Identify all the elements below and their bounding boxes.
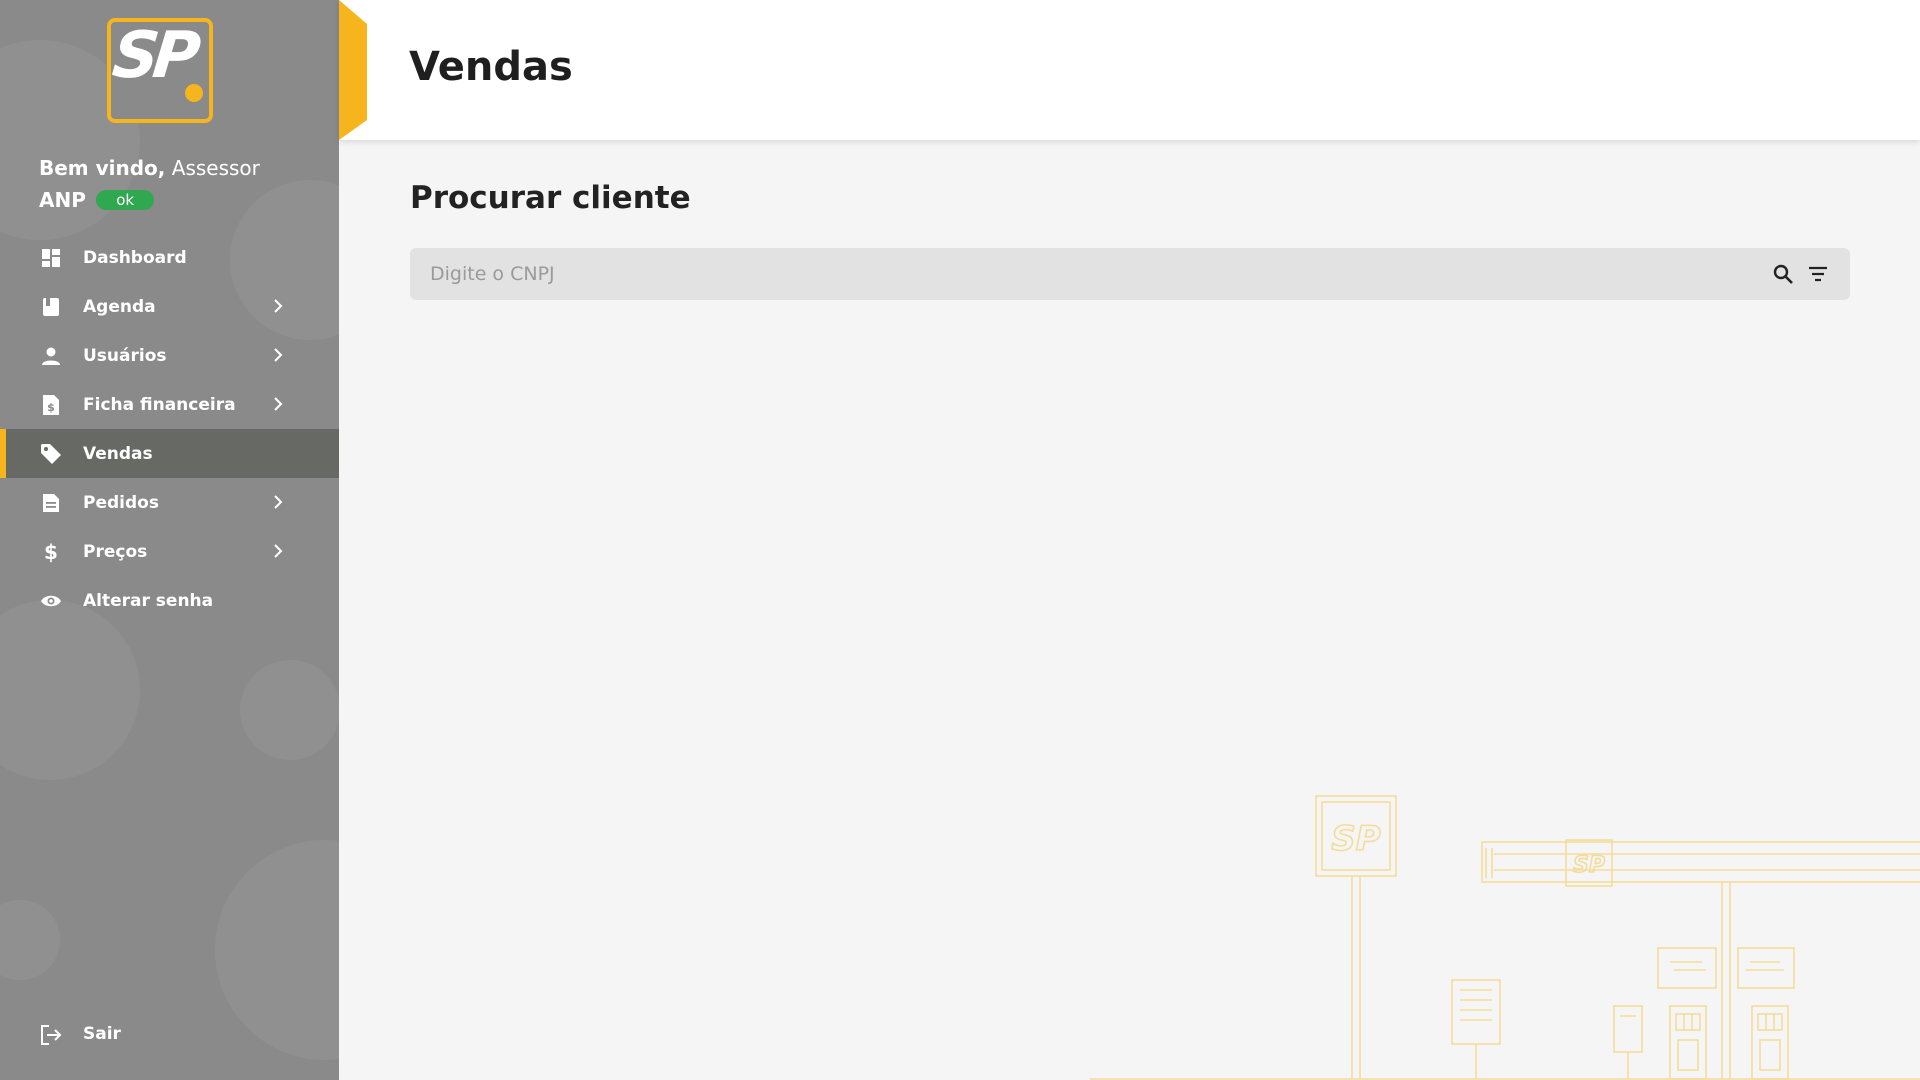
sidebar-item-label: Ficha financeira [83,394,236,415]
user-name: ANP [39,188,86,212]
logout-button[interactable]: Sair [0,1010,339,1060]
header-accent [339,0,367,140]
svg-text:$: $ [47,401,55,414]
sidebar-item-usuarios[interactable]: Usuários [0,331,339,380]
tag-icon [40,443,62,465]
sidebar-item-label: Pedidos [83,492,159,513]
sidebar-item-agenda[interactable]: Agenda [0,282,339,331]
sidebar-item-vendas[interactable]: Vendas [0,429,339,478]
welcome-greeting: Bem vindo, [39,156,166,180]
sidebar-menu: Dashboard Agenda Usuários $ Ficha financ… [0,233,339,625]
sidebar-item-label: Alterar senha [83,590,214,611]
sidebar-item-label: Agenda [83,296,156,317]
search-icon[interactable] [1772,263,1794,285]
sidebar-item-label: Vendas [83,443,153,464]
chevron-right-icon [274,397,283,411]
dashboard-icon [40,247,62,269]
background-bubble [240,660,339,760]
document-icon [40,492,62,514]
user-role: Assessor [171,156,260,180]
chevron-right-icon [274,348,283,362]
page-title: Vendas [409,44,573,90]
gas-station-illustration: SP SP [1090,795,1920,1080]
sidebar-item-label: Preços [83,541,148,562]
search-bar [410,248,1850,300]
logo-dot [185,84,203,102]
section-title: Procurar cliente [410,180,691,216]
sidebar-item-precos[interactable]: $ Preços [0,527,339,576]
logout-label: Sair [83,1024,121,1044]
logout-icon [40,1024,62,1046]
svg-text:$: $ [44,541,58,563]
sidebar-item-alterar-senha[interactable]: Alterar senha [0,576,339,625]
sidebar: SP Bem vindo, Assessor ANP ok Dashboard … [0,0,339,1080]
chevron-right-icon [274,299,283,313]
sidebar-item-label: Usuários [83,345,167,366]
welcome-message: Bem vindo, Assessor ANP ok [39,152,309,216]
svg-text:SP: SP [1573,853,1605,878]
page-header: Vendas [339,0,1920,140]
logo-letters: SP [109,19,198,93]
invoice-icon: $ [40,394,62,416]
chevron-right-icon [274,544,283,558]
person-icon [40,345,62,367]
background-bubble [0,900,60,980]
sidebar-item-dashboard[interactable]: Dashboard [0,233,339,282]
background-bubble [0,600,140,780]
eye-icon [40,590,62,612]
chevron-right-icon [274,495,283,509]
dollar-icon: $ [40,541,62,563]
svg-text:SP: SP [1331,819,1380,859]
sidebar-item-label: Dashboard [83,247,187,268]
status-badge: ok [96,190,155,210]
app-logo[interactable]: SP [107,18,213,123]
filter-icon[interactable] [1807,263,1829,285]
book-icon [40,296,62,318]
sidebar-item-ficha-financeira[interactable]: $ Ficha financeira [0,380,339,429]
sidebar-item-pedidos[interactable]: Pedidos [0,478,339,527]
search-input[interactable] [430,248,1750,300]
